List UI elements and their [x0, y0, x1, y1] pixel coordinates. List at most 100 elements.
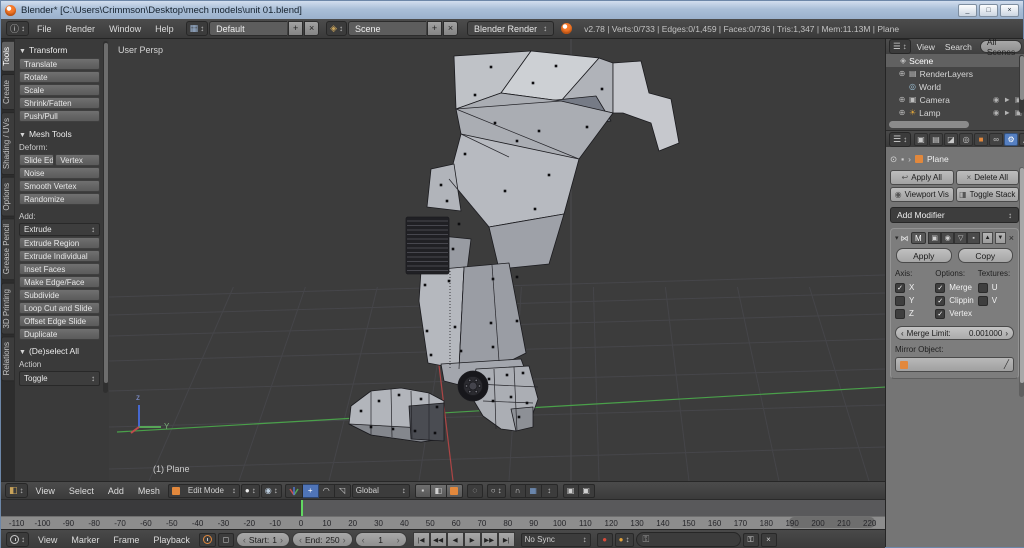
- tab-render-icon[interactable]: ▣: [914, 133, 928, 146]
- move-modifier-down-button[interactable]: ▼: [995, 232, 1006, 244]
- panel-transform-header[interactable]: ▼Transform: [19, 45, 100, 55]
- scale-manipulator-button[interactable]: ◹: [335, 484, 351, 498]
- limit-selection-visible-button[interactable]: ◌: [467, 484, 483, 498]
- menu-search[interactable]: Search: [940, 42, 977, 52]
- jump-to-start-button[interactable]: |◀: [413, 532, 430, 547]
- tab-world-icon[interactable]: ◎: [959, 133, 973, 146]
- current-frame-field[interactable]: ‹ 1 ›: [355, 532, 407, 547]
- viewport-vis-button[interactable]: ◉Viewport Vis: [890, 187, 954, 202]
- sync-mode-select[interactable]: No Sync ↕: [521, 533, 591, 547]
- pivot-point-select[interactable]: ◉ ↕: [261, 484, 282, 498]
- keying-set-dot-select[interactable]: ● ↕: [615, 533, 634, 547]
- tab-create[interactable]: Create: [1, 74, 14, 110]
- transform-orientation-select[interactable]: Global ↕: [352, 484, 410, 498]
- eyedropper-icon[interactable]: ╱: [1004, 359, 1009, 370]
- scale-button[interactable]: Scale: [19, 84, 100, 96]
- delete-layout-button[interactable]: ×: [304, 21, 319, 36]
- outliner-vscrollbar[interactable]: [1019, 55, 1024, 113]
- minimize-button[interactable]: _: [958, 4, 977, 17]
- selectable-icon[interactable]: ►: [1003, 108, 1010, 117]
- tab-render-layers-icon[interactable]: ▤: [929, 133, 943, 146]
- merge-checkbox[interactable]: ✓: [935, 283, 945, 293]
- tab-constraints-icon[interactable]: ∞: [989, 133, 1003, 146]
- auto-keyframe-button[interactable]: ●: [597, 533, 613, 547]
- properties-scrollbar[interactable]: [1019, 167, 1024, 397]
- menu-window[interactable]: Window: [102, 24, 148, 34]
- jump-to-end-button[interactable]: ▶|: [498, 532, 515, 547]
- menu-frame[interactable]: Frame: [106, 535, 146, 545]
- editor-type-3dview[interactable]: ◧ ↕: [5, 483, 28, 498]
- title-bar[interactable]: Blender* [C:\Users\Crimmson\Desktop\mech…: [1, 1, 1023, 19]
- preview-range-button[interactable]: [199, 533, 216, 547]
- editor-type-timeline[interactable]: ↕: [6, 532, 29, 547]
- next-keyframe-button[interactable]: ▶▶: [481, 532, 498, 547]
- expander-icon[interactable]: ⊕: [898, 108, 906, 117]
- selectable-icon[interactable]: ►: [1003, 95, 1010, 104]
- noise-button[interactable]: Noise: [19, 167, 100, 179]
- screen-layout-name[interactable]: Default: [209, 21, 287, 36]
- play-reverse-button[interactable]: ◀: [447, 532, 464, 547]
- scene-name[interactable]: Scene: [348, 21, 426, 36]
- editor-type-info[interactable]: ⓘ ↕: [6, 21, 29, 36]
- outliner-display-filter[interactable]: All Scenes: [980, 40, 1022, 53]
- offset-edge-slide-button[interactable]: Offset Edge Slide: [19, 315, 100, 327]
- delete-keyframe-button[interactable]: ×: [761, 533, 777, 547]
- apply-all-button[interactable]: ↩Apply All: [890, 170, 954, 185]
- tab-relations[interactable]: Relations: [1, 336, 14, 381]
- menu-help[interactable]: Help: [148, 24, 181, 34]
- snap-toggle-button[interactable]: ∩: [510, 484, 526, 498]
- tab-object-data-icon[interactable]: △: [1019, 133, 1024, 146]
- outliner-item-lamp[interactable]: ⊕☀Lamp◉►▣: [886, 106, 1024, 119]
- x-checkbox[interactable]: ✓: [895, 283, 905, 293]
- translate-manipulator-button[interactable]: +: [303, 484, 319, 498]
- add-layout-button[interactable]: +: [288, 21, 303, 36]
- delete-modifier-button[interactable]: ×: [1009, 233, 1014, 243]
- show-edit-toggle[interactable]: ▽: [954, 232, 967, 244]
- panel-mesh-tools-header[interactable]: ▼Mesh Tools: [19, 129, 100, 139]
- render-toggle[interactable]: ▣: [928, 232, 941, 244]
- 3d-viewport[interactable]: User Persp z Y (1) Plane: [109, 39, 885, 481]
- tool-shelf-scrollbar[interactable]: [103, 41, 108, 393]
- move-modifier-up-button[interactable]: ▲: [982, 232, 993, 244]
- loop-cut-and-slide-button[interactable]: Loop Cut and Slide: [19, 302, 100, 314]
- prev-keyframe-button[interactable]: ◀◀: [430, 532, 447, 547]
- delete-all-button[interactable]: ×Delete All: [956, 170, 1020, 185]
- mode-select[interactable]: Edit Mode ↕: [168, 484, 240, 498]
- increment-icon[interactable]: ›: [280, 535, 283, 545]
- tab-shading-uvs[interactable]: Shading / UVs: [1, 112, 14, 175]
- menu-view[interactable]: View: [912, 42, 940, 52]
- extrude-individual-button[interactable]: Extrude Individual: [19, 250, 100, 262]
- expander-icon[interactable]: ⊕: [898, 69, 906, 78]
- menu-render[interactable]: Render: [59, 24, 103, 34]
- tab-modifiers-icon[interactable]: ⚙: [1004, 133, 1018, 146]
- frame-end-field[interactable]: ‹ End:250 ›: [292, 532, 353, 547]
- outliner-editor[interactable]: ☰ ↕ ViewSearch All Scenes ◈Scene⊕▤Render…: [886, 39, 1024, 131]
- outliner-item-camera[interactable]: ⊕▣Camera◉►▣: [886, 93, 1024, 106]
- eye-icon[interactable]: ◉: [993, 95, 1000, 104]
- opengl-render-image-button[interactable]: ▣: [563, 484, 579, 498]
- manipulator-axes-icon[interactable]: [285, 484, 303, 498]
- active-keying-set-field[interactable]: ⚿: [636, 532, 741, 547]
- opengl-render-anim-button[interactable]: ▣: [579, 484, 595, 498]
- insert-keyframe-button[interactable]: ⚿: [743, 533, 759, 547]
- menu-select[interactable]: Select: [62, 486, 101, 496]
- vertex-select-mode-button[interactable]: ▪: [415, 484, 431, 498]
- subdivide-button[interactable]: Subdivide: [19, 289, 100, 301]
- edge-select-mode-button[interactable]: ◧: [431, 484, 447, 498]
- pin-icon[interactable]: ⊙: [890, 154, 897, 165]
- panel-deselect-header[interactable]: ▼(De)select All: [19, 346, 100, 356]
- increment-icon[interactable]: ›: [397, 535, 400, 545]
- delete-scene-button[interactable]: ×: [443, 21, 458, 36]
- u-checkbox[interactable]: [978, 283, 988, 293]
- snap-target-select[interactable]: ↕: [542, 484, 558, 498]
- duplicate-button[interactable]: Duplicate: [19, 328, 100, 340]
- close-button[interactable]: ×: [1000, 4, 1019, 17]
- decrement-icon[interactable]: ‹: [243, 535, 246, 545]
- editor-type-properties[interactable]: ☰ ↕: [889, 132, 911, 147]
- rotate-button[interactable]: Rotate: [19, 71, 100, 83]
- modifier-apply-button[interactable]: Apply: [896, 248, 952, 263]
- expander-icon[interactable]: ⊕: [898, 95, 906, 104]
- increment-icon[interactable]: ›: [343, 535, 346, 545]
- outliner-item-renderlayers[interactable]: ⊕▤RenderLayers: [886, 67, 1024, 80]
- z-checkbox[interactable]: [895, 309, 905, 319]
